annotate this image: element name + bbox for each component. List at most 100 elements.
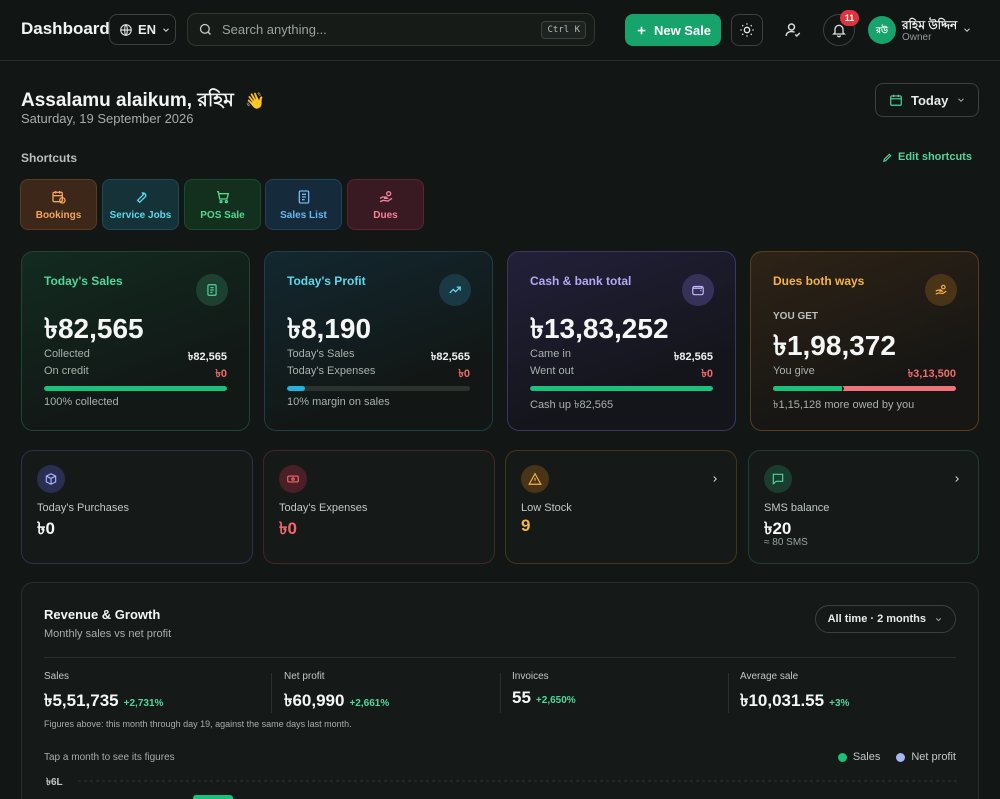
kpi-net-profit: Net profit ৳60,990 +2,661%	[284, 671, 512, 713]
shortcut-label: POS Sale	[200, 209, 245, 221]
card-footer: ৳1,15,128 more owed by you	[773, 399, 915, 411]
greeting-text: Assalamu alaikum, রহিম	[21, 90, 234, 111]
plus-icon	[635, 24, 648, 37]
range-label: All time · 2 months	[827, 613, 926, 625]
todays-purchases-card[interactable]: Today's Purchases ৳0	[21, 450, 253, 564]
search-input[interactable]: Search anything...	[222, 22, 532, 37]
mini-label: Today's Purchases	[37, 502, 129, 514]
shortcut-label: Sales List	[280, 209, 327, 221]
theme-toggle-button[interactable]	[731, 14, 763, 46]
chevron-right-icon[interactable]	[710, 474, 720, 484]
mini-label: Today's Expenses	[279, 502, 368, 514]
avatar[interactable]: রউ	[868, 16, 896, 44]
row-label: You give	[773, 365, 815, 377]
range-selector[interactable]: All time · 2 months	[814, 605, 956, 633]
hand-coins-icon	[925, 274, 957, 306]
card-row: Went out ৳0	[530, 365, 713, 384]
receipt-icon	[196, 274, 228, 306]
legend-label: Sales	[852, 751, 881, 763]
divider	[44, 657, 956, 658]
pencil-icon	[882, 152, 893, 163]
sales-bar[interactable]	[193, 795, 233, 799]
new-sale-button[interactable]: New Sale	[625, 14, 721, 46]
card-value: ৳13,83,252	[530, 313, 669, 344]
sms-count: ≈ 80 SMS	[764, 537, 808, 548]
cash-flow-bar	[530, 386, 713, 391]
banknote-icon	[279, 465, 307, 493]
hand-coins-icon	[378, 189, 394, 205]
legend-item-net-profit[interactable]: Net profit	[896, 751, 956, 763]
dues-split-bar	[773, 386, 956, 391]
chart-hint: Tap a month to see its figures	[44, 752, 175, 763]
shortcut-sales-list[interactable]: Sales List	[265, 179, 342, 230]
row-label: Went out	[530, 365, 574, 377]
kpi-invoices: Invoices 55 +2,650%	[512, 671, 740, 713]
legend-item-sales[interactable]: Sales	[837, 751, 881, 763]
legend-dot	[896, 752, 906, 762]
chevron-down-icon	[956, 95, 966, 105]
warning-icon	[521, 465, 549, 493]
language-label: EN	[138, 22, 157, 37]
chevron-right-icon[interactable]	[952, 474, 962, 484]
trending-up-icon	[439, 274, 471, 306]
kpi-change: +2,661%	[349, 698, 390, 709]
revenue-chart[interactable]: ৳6L	[44, 771, 958, 799]
dues-card[interactable]: Dues both ways YOU GET ৳1,98,372 You giv…	[750, 251, 979, 431]
todays-expenses-card[interactable]: Today's Expenses ৳0	[263, 450, 495, 564]
divider	[500, 673, 501, 713]
figures-note: Figures above: this month through day 19…	[44, 719, 352, 729]
edit-shortcuts-link[interactable]: Edit shortcuts	[882, 151, 972, 163]
notification-count-badge: 11	[840, 10, 859, 26]
todays-profit-card[interactable]: Today's Profit ৳8,190 Today's Sales ৳82,…	[264, 251, 493, 431]
chevron-down-icon[interactable]	[962, 25, 972, 35]
kpi-change: +3%	[829, 698, 850, 709]
cash-bank-card[interactable]: Cash & bank total ৳13,83,252 Came in ৳82…	[507, 251, 736, 431]
row-label: On credit	[44, 365, 89, 377]
kpi-change: +2,731%	[123, 698, 164, 709]
shortcut-bookings[interactable]: Bookings	[20, 179, 97, 230]
kpi-value: ৳10,031.55	[740, 691, 825, 710]
customer-button[interactable]	[777, 14, 809, 46]
row-value: ৳0	[701, 368, 713, 380]
search-bar[interactable]: Search anything... Ctrl K	[187, 13, 595, 46]
row-label: Today's Expenses	[287, 365, 376, 377]
card-footer: 10% margin on sales	[287, 396, 390, 408]
you-get-label: YOU GET	[773, 311, 819, 322]
card-row: On credit ৳0	[44, 365, 227, 384]
shortcuts-title: Shortcuts	[21, 151, 78, 165]
top-bar: Dashboard EN Search anything... Ctrl K N…	[0, 0, 1000, 61]
wrench-icon	[133, 189, 149, 205]
low-stock-card[interactable]: Low Stock 9	[505, 450, 737, 564]
wallet-icon	[682, 274, 714, 306]
shortcut-label: Dues	[373, 209, 398, 221]
row-value: ৳0	[215, 368, 227, 380]
collected-progress-bar	[44, 386, 227, 391]
card-row: Today's Expenses ৳0	[287, 365, 470, 384]
globe-icon	[119, 23, 133, 37]
language-selector[interactable]: EN	[109, 14, 176, 45]
shortcut-pos-sale[interactable]: POS Sale	[184, 179, 261, 230]
message-icon	[764, 465, 792, 493]
legend-dot	[837, 752, 847, 762]
legend-label: Net profit	[911, 751, 956, 763]
todays-sales-card[interactable]: Today's Sales ৳82,565 Collected ৳82,565 …	[21, 251, 250, 431]
user-role: Owner	[902, 32, 932, 43]
row-value: ৳3,13,500	[907, 368, 956, 380]
card-row: You give ৳3,13,500	[773, 365, 956, 384]
shortcut-dues[interactable]: Dues	[347, 179, 424, 230]
chevron-down-icon	[161, 25, 171, 35]
card-footer: 100% collected	[44, 396, 119, 408]
sun-icon	[739, 22, 755, 38]
mini-value: 9	[521, 516, 531, 535]
shortcut-service-jobs[interactable]: Service Jobs	[102, 179, 179, 230]
period-selector[interactable]: Today	[875, 83, 979, 117]
user-check-icon	[784, 21, 802, 39]
calendar-clock-icon	[51, 189, 67, 205]
kpi-average-sale: Average sale ৳10,031.55 +3%	[740, 671, 968, 713]
kpi-label: Average sale	[740, 671, 799, 682]
period-label: Today	[911, 92, 949, 108]
mini-label: Low Stock	[521, 502, 572, 514]
sms-balance-card[interactable]: SMS balance ৳20 ≈ 80 SMS	[748, 450, 979, 564]
package-icon	[37, 465, 65, 493]
card-value: ৳82,565	[44, 313, 144, 344]
